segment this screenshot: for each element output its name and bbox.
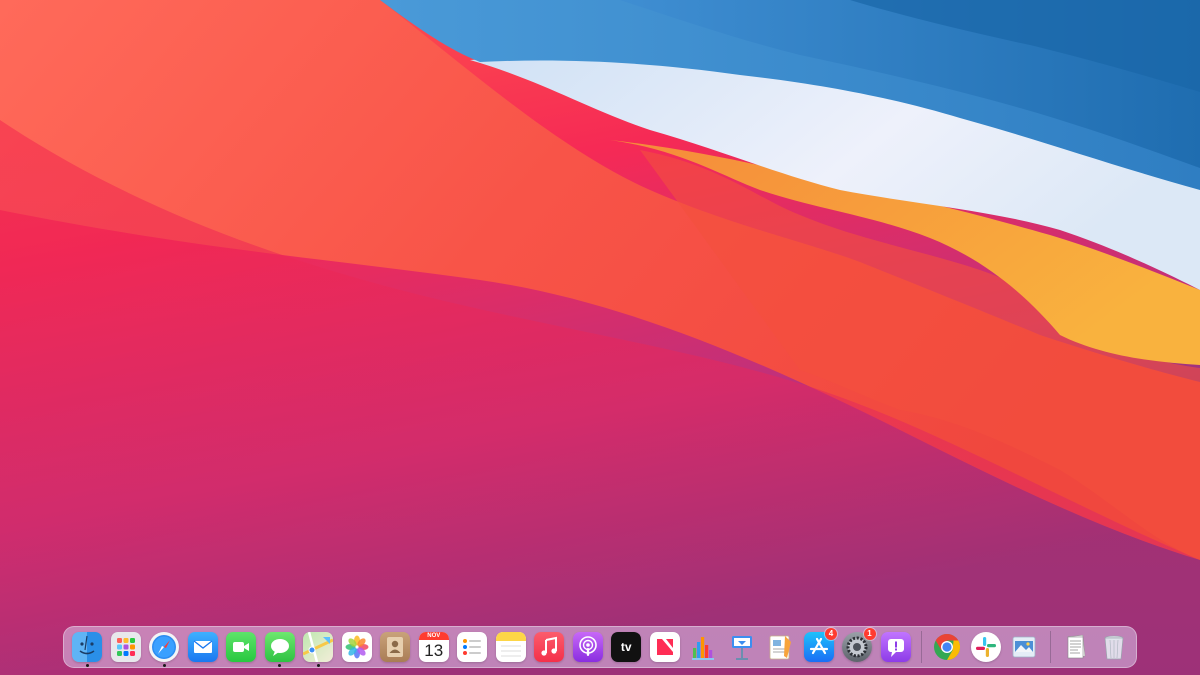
photos-icon[interactable]	[341, 632, 372, 662]
dock-item-feedback-assistant[interactable]	[877, 628, 916, 666]
facetime-icon[interactable]	[226, 632, 257, 662]
dock-separator	[921, 631, 922, 663]
dock-item-news[interactable]	[646, 628, 685, 666]
running-indicator	[85, 664, 89, 667]
dock-item-preview[interactable]	[1005, 628, 1044, 666]
pages-icon[interactable]	[765, 632, 795, 662]
dock: NOV 13 tv 4 1	[63, 626, 1137, 668]
dock-item-messages[interactable]	[261, 628, 300, 667]
dock-item-slack[interactable]	[967, 628, 1006, 666]
messages-icon[interactable]	[264, 632, 295, 662]
dock-item-documents-stack[interactable]	[1057, 628, 1096, 666]
slack-icon[interactable]	[970, 632, 1001, 662]
dock-item-system-preferences[interactable]: 1	[838, 628, 877, 666]
tv-label: tv	[620, 640, 632, 654]
trash-icon[interactable]	[1099, 632, 1129, 662]
dock-item-photos[interactable]	[338, 628, 377, 666]
notes-icon[interactable]	[495, 632, 526, 662]
dock-item-contacts[interactable]	[376, 628, 415, 666]
running-indicator	[316, 664, 320, 667]
dock-item-launchpad[interactable]	[107, 628, 146, 666]
dock-item-chrome[interactable]	[928, 628, 967, 666]
desktop-wallpaper	[0, 0, 1200, 675]
notification-badge: 1	[863, 628, 876, 640]
news-icon[interactable]	[649, 632, 680, 662]
launchpad-icon[interactable]	[110, 632, 141, 662]
running-indicator	[278, 664, 282, 667]
dock-separator	[1049, 631, 1051, 663]
mail-icon[interactable]	[187, 632, 218, 662]
dock-item-calendar[interactable]: NOV 13	[415, 628, 454, 666]
dock-item-keynote[interactable]	[723, 628, 762, 666]
feedback-assistant-icon[interactable]	[880, 632, 911, 662]
calendar-day: 13	[424, 641, 444, 660]
numbers-icon[interactable]	[688, 632, 718, 662]
dock-item-trash[interactable]	[1095, 628, 1134, 666]
dock-item-reminders[interactable]	[453, 628, 492, 666]
dock-item-safari[interactable]	[145, 628, 184, 667]
dock-item-music[interactable]	[530, 628, 569, 666]
tv-icon[interactable]: tv	[611, 632, 642, 662]
dock-item-facetime[interactable]	[222, 628, 261, 666]
dock-item-mail[interactable]	[184, 628, 223, 666]
dock-item-tv[interactable]: tv	[607, 628, 646, 666]
dock-item-pages[interactable]	[761, 628, 800, 666]
running-indicator	[162, 664, 166, 667]
finder-icon[interactable]	[72, 632, 103, 662]
podcasts-icon[interactable]	[572, 632, 603, 662]
dock-item-maps[interactable]	[299, 628, 338, 667]
chrome-icon[interactable]	[932, 632, 962, 662]
update-count-badge: 4	[825, 628, 837, 640]
dock-item-app-store[interactable]: 4	[800, 628, 839, 666]
dock-item-finder[interactable]	[68, 628, 107, 667]
documents-stack-icon[interactable]	[1061, 632, 1091, 662]
preview-icon[interactable]	[1009, 632, 1039, 662]
keynote-icon[interactable]	[727, 632, 757, 662]
calendar-month: NOV	[427, 633, 441, 639]
dock-item-numbers[interactable]	[684, 628, 723, 666]
dock-item-podcasts[interactable]	[569, 628, 608, 666]
maps-icon[interactable]	[303, 632, 334, 662]
safari-icon[interactable]	[149, 632, 180, 662]
contacts-icon[interactable]	[380, 632, 411, 662]
music-icon[interactable]	[534, 632, 565, 662]
dock-item-notes[interactable]	[492, 628, 531, 666]
reminders-icon[interactable]	[457, 632, 488, 662]
calendar-icon[interactable]: NOV 13	[418, 632, 449, 662]
